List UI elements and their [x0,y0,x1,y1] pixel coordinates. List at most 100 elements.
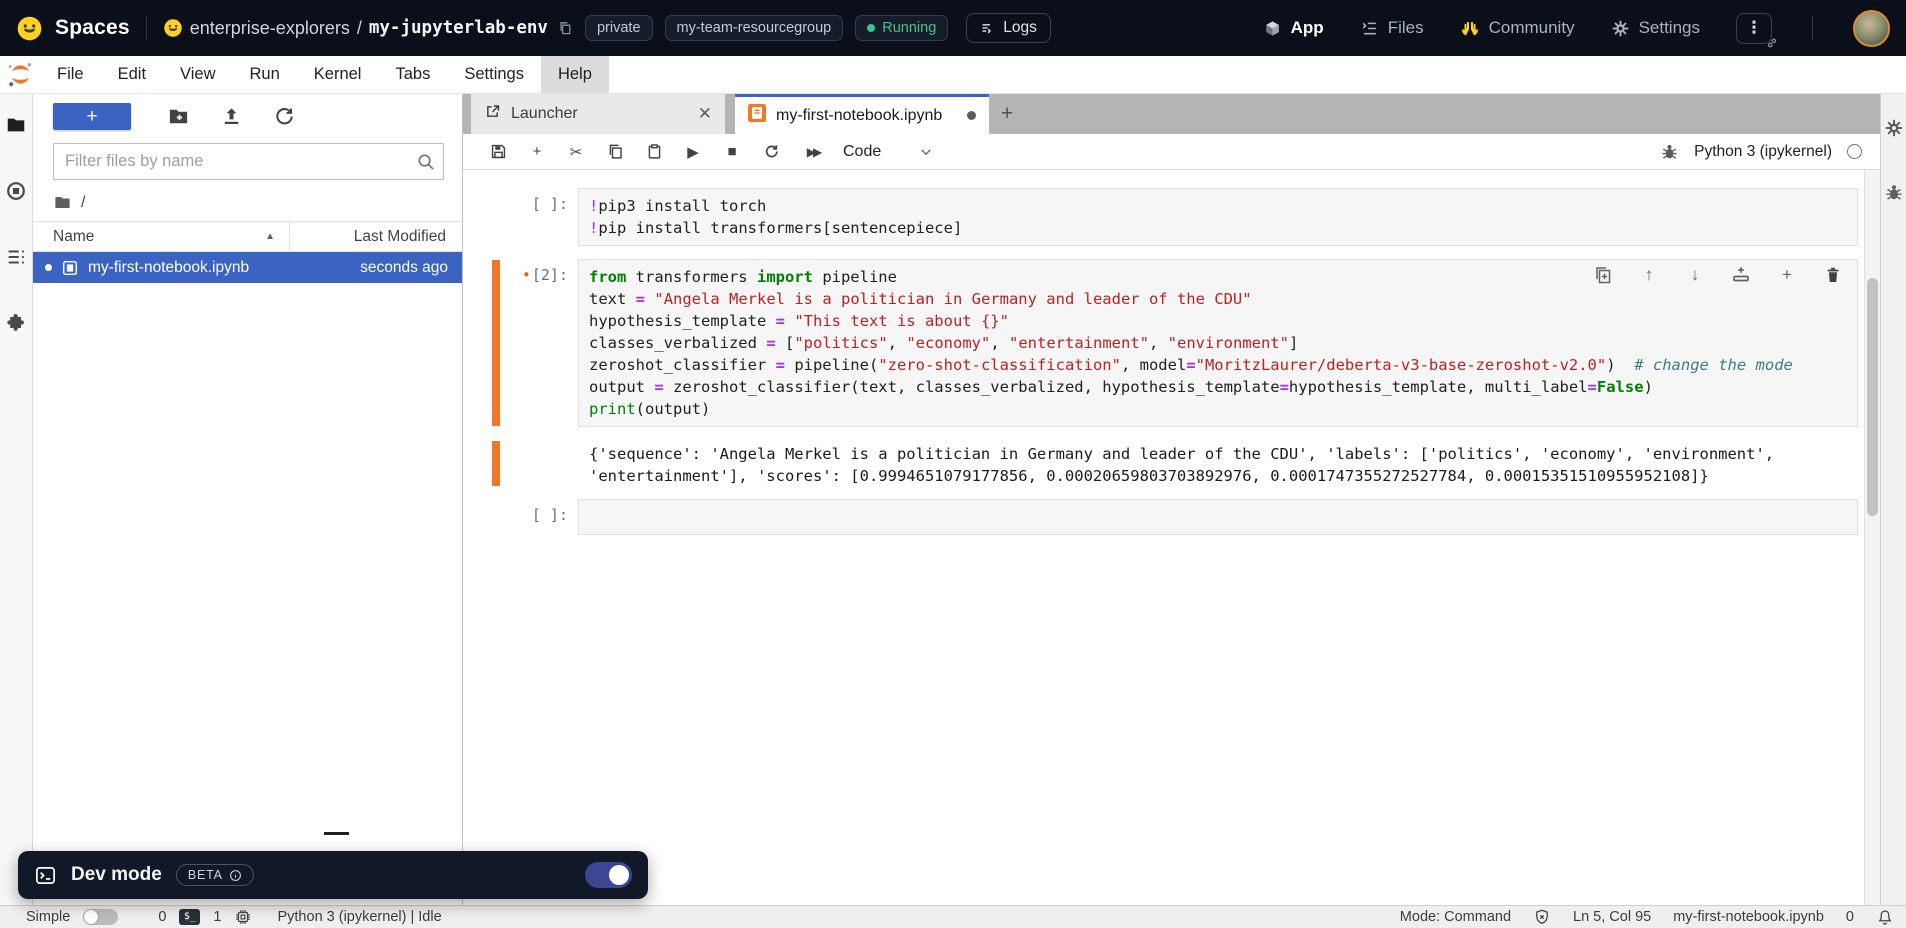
command-mode-indicator[interactable]: Mode: Command [1400,909,1511,925]
file-list-header: Name ▲ Last Modified [33,221,462,252]
scrollbar-thumb[interactable] [1867,278,1878,516]
folder-icon[interactable] [53,193,72,212]
terminals-count[interactable]: 0 [158,909,166,925]
huggingface-logo-icon[interactable] [16,15,43,42]
delete-icon[interactable] [1823,265,1843,285]
trust-shield-icon[interactable] [1533,908,1551,926]
output-collapser[interactable] [492,441,500,486]
menu-file[interactable]: File [40,56,101,93]
menu-settings[interactable]: Settings [447,56,541,93]
run-icon[interactable]: ▶ [684,143,702,161]
file-browser-icon[interactable] [5,114,27,136]
new-launcher-button[interactable]: + [53,103,131,130]
active-filename[interactable]: my-first-notebook.ipynb [1673,909,1824,925]
new-tab-icon[interactable]: + [1001,102,1013,126]
terminal-badge-icon[interactable]: $_ [179,909,200,925]
topbar-divider [1812,16,1813,40]
nav-settings[interactable]: Settings [1611,18,1700,38]
left-activity-bar [0,94,33,905]
logs-button[interactable]: Logs [966,13,1051,43]
active-cell-collapser[interactable] [492,260,500,426]
cursor-position[interactable]: Ln 5, Col 95 [1573,909,1651,925]
menu-edit[interactable]: Edit [101,56,163,93]
notebook-file-icon [61,259,79,277]
duplicate-icon[interactable] [1593,265,1613,285]
spaces-brand[interactable]: Spaces [55,16,130,40]
cell-type-select[interactable]: Code [843,143,933,161]
file-row-selected[interactable]: my-first-notebook.ipynb seconds ago [33,252,462,283]
nav-community[interactable]: Community [1460,18,1575,38]
move-up-icon[interactable]: ↑ [1639,265,1659,285]
debugger-panel-icon[interactable] [1884,182,1904,202]
breadcrumb-root[interactable]: / [81,194,85,212]
nav-files[interactable]: Files [1360,18,1424,38]
upload-icon[interactable] [220,105,243,128]
insert-below-icon[interactable]: + [528,143,546,161]
menu-help[interactable]: Help [541,56,609,93]
debugger-bug-icon[interactable] [1660,142,1679,161]
restart-icon[interactable] [762,143,780,161]
refresh-icon[interactable] [273,105,296,128]
cell-editor[interactable]: from transformers import pipelinetext = … [578,259,1858,427]
right-activity-bar [1880,94,1906,905]
save-icon[interactable] [489,143,507,161]
logs-icon [980,21,995,36]
property-inspector-gear-icon[interactable] [1884,118,1904,138]
kernel-status-icon[interactable] [1847,144,1862,159]
move-down-icon[interactable]: ↓ [1685,265,1705,285]
tab-launcher[interactable]: Launcher ✕ [471,94,725,134]
info-icon[interactable] [229,869,242,882]
running-status-badge[interactable]: Running [855,15,948,41]
nav-app[interactable]: App [1263,18,1324,38]
code-cell[interactable]: [ ]:!pip3 install torch!pip install tran… [463,188,1858,246]
more-options-button[interactable]: ⋮ [1736,13,1772,44]
stop-icon[interactable]: ■ [723,143,741,161]
insert-below-icon[interactable]: + [1777,265,1797,285]
file-filter-input[interactable] [53,143,444,180]
column-name[interactable]: Name ▲ [33,222,290,251]
code-cell[interactable]: [ ]: [463,499,1858,535]
code-cell[interactable]: •[2]:from transformers import pipelinete… [463,259,1858,427]
hands-icon [1460,18,1480,38]
menu-tabs[interactable]: Tabs [378,56,447,93]
running-kernels-icon[interactable] [5,180,27,202]
cut-icon[interactable]: ✂ [567,143,585,161]
unsaved-indicator-icon[interactable] [967,111,976,120]
menu-run[interactable]: Run [233,56,297,93]
menu-kernel[interactable]: Kernel [297,56,379,93]
copy-repo-name-icon[interactable] [557,20,573,36]
repo-name-link[interactable]: my-jupyterlab-env [369,18,548,38]
tab-notebook[interactable]: my-first-notebook.ipynb [735,94,989,134]
cell-editor[interactable]: !pip3 install torch!pip install transfor… [578,188,1858,246]
cell-editor[interactable] [578,499,1858,535]
org-avatar-icon[interactable] [163,18,183,38]
table-of-contents-icon[interactable] [5,246,27,268]
extension-manager-icon[interactable] [5,312,27,334]
copy-icon[interactable] [606,143,624,161]
namespace-separator: / [357,18,362,39]
notification-count[interactable]: 0 [1846,909,1854,925]
dev-mode-toggle[interactable] [585,862,632,888]
user-avatar[interactable] [1853,10,1890,47]
new-folder-icon[interactable] [167,105,190,128]
notebook-scrollbar[interactable] [1864,170,1880,905]
kernel-name[interactable]: Python 3 (ipykernel) [1694,143,1832,161]
kernel-chip-icon[interactable] [234,908,252,926]
dev-mode-label: Dev mode [71,864,162,886]
panel-resize-handle[interactable] [324,832,349,835]
run-all-icon[interactable]: ▶▶ [801,143,825,161]
close-tab-icon[interactable]: ✕ [698,104,712,124]
cube-icon [1263,19,1282,38]
insert-above-icon[interactable] [1731,265,1751,285]
status-bar: Simple 0 $_ 1 Python 3 (ipykernel) | Idl… [0,905,1906,928]
namespace-link[interactable]: enterprise-explorers [190,18,350,39]
resourcegroup-badge[interactable]: my-team-resourcegroup [665,15,844,41]
column-last-modified[interactable]: Last Modified [290,228,462,246]
kernel-status-text[interactable]: Python 3 (ipykernel) | Idle [277,909,441,925]
notebook-wrap: [ ]: !pip3 install torch!pip install tran… [463,170,1880,905]
bell-icon[interactable] [1876,908,1894,926]
kernels-count[interactable]: 1 [213,909,221,925]
paste-icon[interactable] [645,143,663,161]
simple-mode-toggle[interactable] [83,909,118,925]
menu-view[interactable]: View [163,56,232,93]
